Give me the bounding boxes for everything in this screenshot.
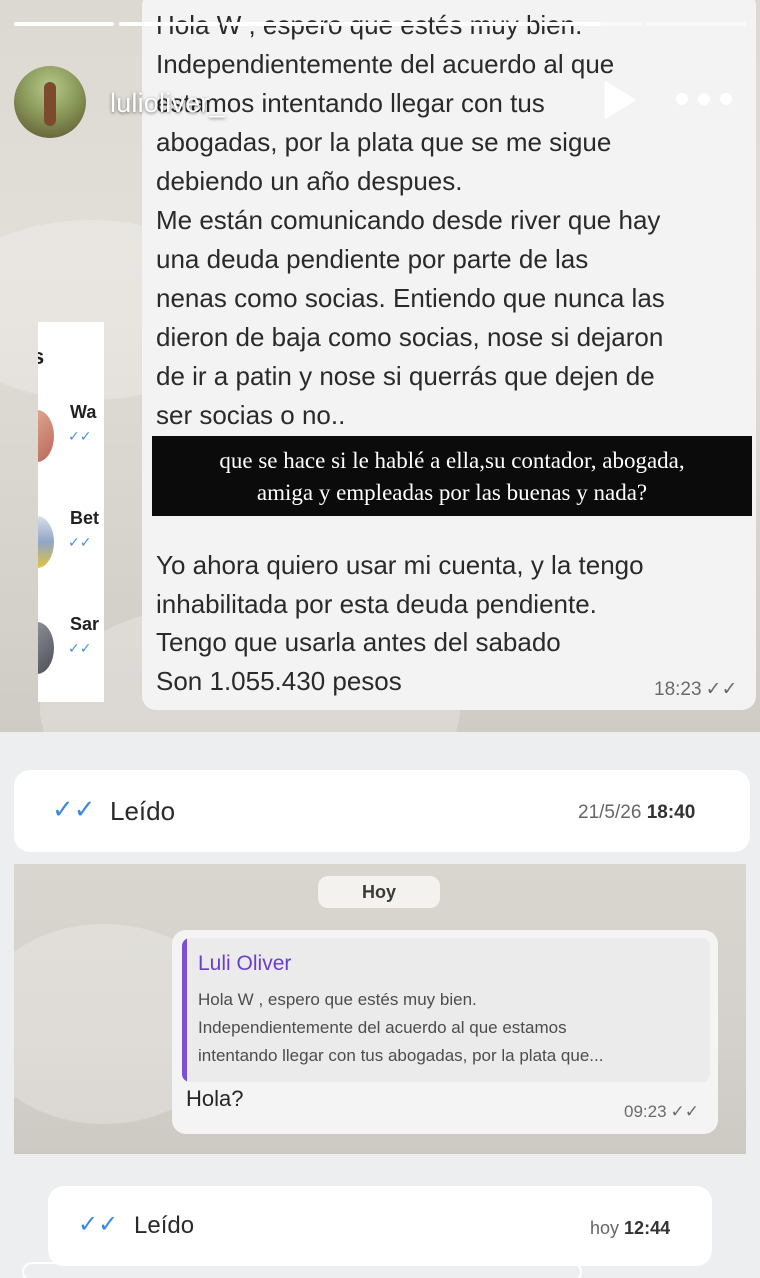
- story-caption: que se hace si le hablé a ella,su contad…: [152, 436, 752, 516]
- message-bubble: Luli Oliver Hola W , espero que estés mu…: [172, 930, 718, 1134]
- message-text: Yo ahora quiero usar mi cuenta, y la ten…: [156, 550, 644, 696]
- double-check-icon: ✓✓: [78, 1211, 119, 1238]
- story-caption-line: amiga y empleadas por las buenas y nada?: [256, 480, 648, 505]
- read-receipt-bar: ✓✓ Leído hoy 12:44: [48, 1186, 712, 1266]
- play-icon[interactable]: [602, 80, 638, 120]
- chat-list-item-name: Wa: [70, 402, 97, 422]
- double-check-icon: ✓✓: [705, 679, 738, 700]
- read-receipt-label: Leído: [110, 796, 176, 826]
- chat-list-item[interactable]: Sar ✓✓: [38, 604, 104, 700]
- quoted-message[interactable]: Luli Oliver Hola W , espero que estés mu…: [182, 938, 710, 1082]
- story-progress-fill: [14, 22, 115, 26]
- chat-list-item[interactable]: Wa ✓✓: [38, 392, 104, 488]
- read-receipt-time: 12:44: [624, 1218, 671, 1238]
- avatar: [38, 622, 54, 674]
- read-receipt-label: Leído: [134, 1212, 195, 1239]
- double-check-icon: ✓✓: [68, 534, 92, 550]
- story-username[interactable]: lulioliver_: [110, 88, 225, 119]
- chat-list-item[interactable]: Bet ✓✓: [38, 498, 104, 594]
- quoted-message-text: Hola W , espero que estés muy bien. Inde…: [198, 990, 604, 1065]
- avatar: [38, 516, 54, 568]
- chat-list-item-name: Bet: [70, 508, 100, 528]
- quote-accent-bar: [182, 938, 187, 1082]
- story-progress-fill: [224, 22, 325, 26]
- read-receipt-date: hoy: [590, 1218, 620, 1238]
- story-background: s Wa ✓✓ Bet ✓✓ Sar ✓✓ Hola W , espero qu…: [0, 0, 760, 732]
- quoted-message-author: Luli Oliver: [198, 952, 292, 975]
- reply-input-outline[interactable]: [22, 1262, 582, 1278]
- avatar: [38, 410, 54, 462]
- message-text: Hola?: [186, 1086, 244, 1111]
- story-progress-fill: [435, 22, 536, 26]
- story-progress-segment: [540, 22, 641, 26]
- chat-list-header: s: [38, 344, 45, 369]
- story-progress-fill: [540, 22, 601, 26]
- story-progress-segment: [119, 22, 220, 26]
- more-horizontal-icon[interactable]: [674, 92, 734, 106]
- chat-screenshot: Hoy Luli Oliver Hola W , espero que esté…: [14, 864, 746, 1154]
- message-time: 18:23: [654, 679, 702, 700]
- double-check-icon: ✓✓: [670, 1102, 700, 1121]
- story-progress: [14, 22, 746, 26]
- avatar[interactable]: [14, 66, 86, 138]
- story-progress-segment: [645, 22, 746, 26]
- double-check-icon: ✓✓: [52, 794, 96, 824]
- story-progress-fill: [119, 22, 220, 26]
- read-receipt-bar: ✓✓ Leído 21/5/26 18:40: [14, 770, 750, 852]
- date-separator: Hoy: [318, 876, 440, 908]
- chat-list-item-name: Sar: [70, 614, 100, 634]
- read-receipt-datetime: 21/5/26 18:40: [578, 802, 695, 824]
- message-time: 09:23: [624, 1102, 667, 1121]
- story-progress-segment: [329, 22, 431, 26]
- story-progress-fill: [329, 22, 431, 26]
- story-progress-segment: [224, 22, 325, 26]
- read-receipt-time: 18:40: [646, 802, 696, 823]
- story-caption-line: que se hace si le hablé a ella,su contad…: [219, 448, 685, 473]
- message-timestamp: 18:23 ✓✓: [654, 678, 737, 701]
- story-progress-segment: [14, 22, 115, 26]
- read-receipt-date: 21/5/26: [578, 802, 642, 823]
- read-receipt-datetime: hoy 12:44: [590, 1218, 670, 1239]
- double-check-icon: ✓✓: [68, 428, 92, 444]
- avatar-figure: [44, 82, 56, 126]
- chat-list-panel: s Wa ✓✓ Bet ✓✓ Sar ✓✓: [38, 322, 104, 702]
- double-check-icon: ✓✓: [68, 640, 92, 656]
- message-timestamp: 09:23 ✓✓: [624, 1102, 699, 1122]
- story-header: lulioliver_: [14, 62, 746, 138]
- story-progress-segment: [435, 22, 536, 26]
